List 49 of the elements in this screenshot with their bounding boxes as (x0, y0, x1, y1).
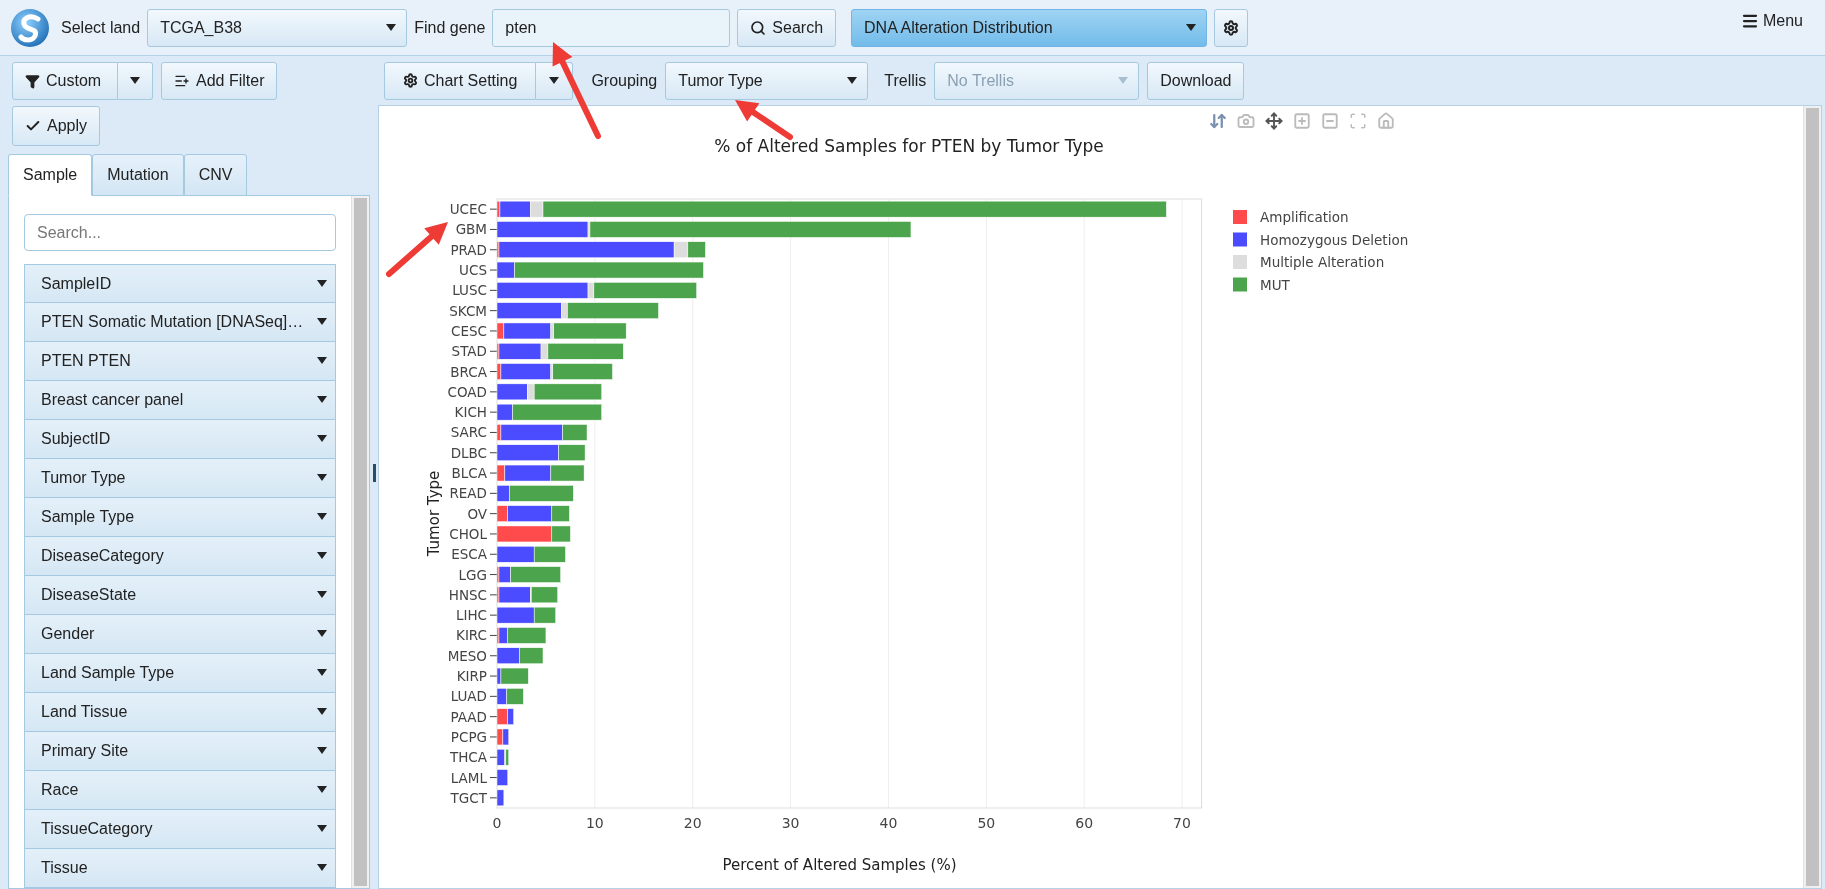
category-label: DLBC (450, 444, 487, 461)
category-label: HNSC (448, 586, 487, 603)
tick-label: 20 (683, 815, 702, 831)
category-label: READ (449, 485, 487, 502)
legend-label: Homozygous Deletion (1260, 231, 1409, 248)
category-label: STAD (451, 343, 487, 360)
category-label: CESC (451, 322, 487, 339)
category-label: KICH (454, 404, 487, 421)
tick-label: 30 (781, 815, 800, 831)
category-label: PAAD (450, 708, 487, 725)
category-label: MESO (447, 647, 487, 664)
axis-title: Tumor Type (425, 470, 443, 557)
chart-title: % of Altered Samples for PTEN by Tumor Type (714, 136, 1104, 156)
category-label: OV (467, 505, 487, 522)
category-label: KIRC (456, 627, 487, 644)
legend-label: MUT (1260, 276, 1290, 293)
category-label: PCPG (450, 728, 487, 745)
land-label: Select land (61, 18, 141, 37)
category-label: LIHC (455, 607, 487, 624)
gene-label: Find gene (414, 18, 486, 37)
category-label: LAML (450, 769, 487, 786)
category-label: UCS (459, 262, 487, 279)
axis-title: Percent of Altered Samples (%) (722, 856, 957, 874)
category-label: TGCT (450, 789, 487, 806)
tick-label: 70 (1173, 815, 1191, 831)
category-label: CHOL (449, 525, 487, 542)
tick-label: 10 (585, 815, 604, 831)
category-label: LUSC (452, 282, 487, 299)
category-label: UCEC (449, 201, 487, 218)
category-label: SKCM (449, 302, 487, 319)
category-label: SARC (450, 424, 487, 441)
category-label: COAD (447, 383, 487, 400)
category-label: ESCA (451, 546, 487, 563)
tick-label: 0 (492, 815, 502, 831)
grouping-label: Grouping (591, 71, 658, 90)
tick-label: 40 (879, 815, 898, 831)
category-label: BLCA (451, 465, 487, 482)
category-label: PRAD (450, 241, 487, 258)
category-label: LGG (458, 566, 487, 583)
category-label: THCA (449, 749, 487, 766)
category-label: LUAD (450, 688, 487, 705)
tick-label: 50 (977, 815, 996, 831)
trellis-label: Trellis (884, 71, 927, 90)
category-label: GBM (455, 221, 487, 238)
tick-label: 60 (1075, 815, 1094, 831)
legend-label: Amplification (1260, 209, 1349, 225)
category-label: KIRP (456, 668, 487, 685)
legend-label: Multiple Alteration (1260, 254, 1385, 270)
category-label: BRCA (450, 363, 487, 380)
